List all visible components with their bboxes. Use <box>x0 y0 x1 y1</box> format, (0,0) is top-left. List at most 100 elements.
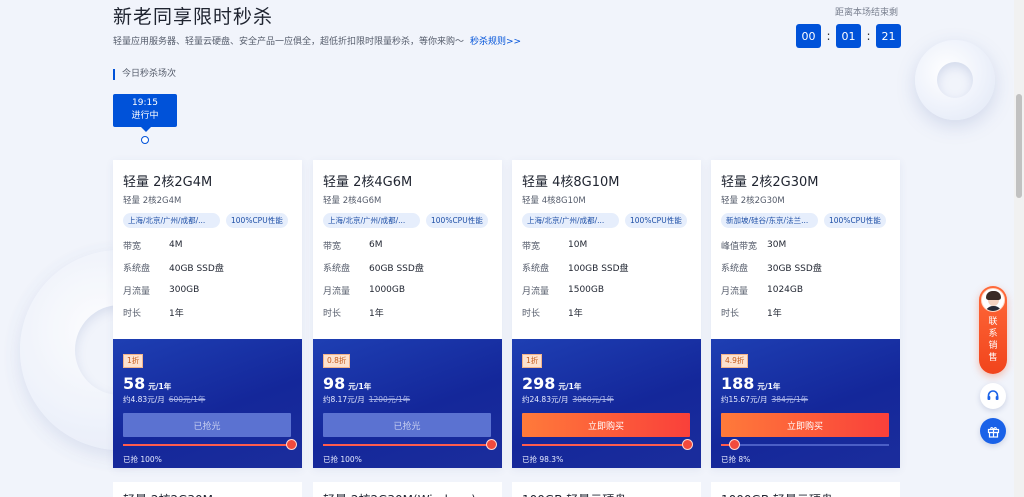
spec-row: 月流量 1500GB <box>522 279 691 302</box>
tag-group: 上海/北京/广州/成都/... 100%CPU性能 <box>323 213 492 228</box>
spec-row: 带宽 6M <box>323 234 492 257</box>
spec-value: 60GB SSD盘 <box>369 264 424 275</box>
price-row: 98 元/1年 <box>323 374 492 393</box>
spec-value: 1500GB <box>568 285 605 296</box>
price-value: 98 <box>323 374 346 393</box>
sold-percentage: 已抢 100% <box>323 455 362 464</box>
spec-row: 时长 1年 <box>721 302 890 325</box>
product-name: 轻量 4核8G10M <box>522 175 620 190</box>
countdown-timer: 00 : 01 : 21 <box>796 24 901 48</box>
sold-percentage: 已抢 100% <box>123 455 162 464</box>
card-price-panel: 1折 58 元/1年 约4.83元/月 600元/1年 已抢光 已抢 100% <box>113 339 302 468</box>
flash-sale-rules-link[interactable]: 秒杀规则>> <box>470 37 521 47</box>
discount-badge: 1折 <box>123 354 144 368</box>
product-card: 轻量 4核8G10M 轻量 4核8G10M 上海/北京/广州/成都/... 10… <box>512 160 701 468</box>
spec-key: 时长 <box>323 309 342 320</box>
spec-key: 时长 <box>721 309 740 320</box>
spec-row: 系统盘 100GB SSD盘 <box>522 257 691 280</box>
page-title: 新老同享限时秒杀 <box>113 6 274 28</box>
subtitle-text: 轻量应用服务器、轻量云硬盘、安全产品一应俱全，超低折扣限时限量秒杀，等你来购～ <box>113 37 465 47</box>
page-scrollbar-track[interactable] <box>1014 0 1024 497</box>
countdown-label: 距离本场结束剩 <box>835 8 899 18</box>
spec-row: 月流量 300GB <box>123 279 292 302</box>
countdown-seconds: 21 <box>876 24 901 48</box>
cpu-tag: 100%CPU性能 <box>426 213 488 228</box>
monthly-price: 约24.83元/月 3060元/1年 <box>522 394 691 405</box>
spec-row: 月流量 1024GB <box>721 279 890 302</box>
product-card: 1000GB 轻量云硬盘 <box>711 482 900 497</box>
session-timeline-dot <box>141 136 149 144</box>
gift-button[interactable] <box>980 418 1006 444</box>
card-price-panel: 4.9折 188 元/1年 约15.67元/月 384元/1年 立即购买 已抢 8… <box>711 339 900 468</box>
original-price: 600元/1年 <box>168 395 206 404</box>
sold-progress-bar <box>323 439 497 450</box>
price-unit: 元/1年 <box>148 382 172 391</box>
product-subname: 轻量 4核8G10M <box>522 196 586 206</box>
cpu-tag: 100%CPU性能 <box>625 213 687 228</box>
cpu-tag: 100%CPU性能 <box>824 213 886 228</box>
spec-list: 带宽 6M 系统盘 60GB SSD盘 月流量 1000GB 时长 1年 <box>323 234 492 324</box>
spec-list: 峰值带宽 30M 系统盘 30GB SSD盘 月流量 1024GB 时长 1年 <box>721 234 890 324</box>
monthly-price: 约15.67元/月 384元/1年 <box>721 394 890 405</box>
monthly-price: 约4.83元/月 600元/1年 <box>123 394 292 405</box>
sold-progress-fill <box>323 444 491 446</box>
product-card: 100GB 轻量云硬盘 <box>512 482 701 497</box>
region-tag[interactable]: 上海/北京/广州/成都/... <box>123 213 220 228</box>
gift-icon <box>987 426 999 438</box>
buy-now-button[interactable]: 立即购买 <box>721 413 889 437</box>
region-tag[interactable]: 上海/北京/广州/成都/... <box>522 213 619 228</box>
price-row: 298 元/1年 <box>522 374 691 393</box>
spec-key: 带宽 <box>123 241 142 252</box>
product-subname: 轻量 2核2G4M <box>123 196 182 206</box>
headset-icon <box>987 390 999 400</box>
monthly-price-text: 约15.67元/月 <box>721 395 768 404</box>
buy-now-button[interactable]: 立即购买 <box>522 413 690 437</box>
original-price: 1200元/1年 <box>368 395 411 404</box>
spec-row: 峰值带宽 30M <box>721 234 890 257</box>
spec-key: 带宽 <box>522 241 541 252</box>
fire-icon <box>682 439 694 450</box>
contact-sales-label: 联系销售 <box>988 317 998 363</box>
product-name: 1000GB 轻量云硬盘 <box>711 482 900 497</box>
spec-value: 6M <box>369 240 383 251</box>
product-name: 轻量 2核4G6M <box>323 175 413 190</box>
spec-row: 时长 1年 <box>123 302 292 325</box>
spec-value: 30GB SSD盘 <box>767 264 822 275</box>
monthly-price: 约8.17元/月 1200元/1年 <box>323 394 492 405</box>
discount-badge: 0.8折 <box>323 354 351 368</box>
price-value: 58 <box>123 374 146 393</box>
product-card: 轻量 2核2G30M <box>113 482 302 497</box>
page-subtitle: 轻量应用服务器、轻量云硬盘、安全产品一应俱全，超低折扣限时限量秒杀，等你来购～ 秒… <box>113 34 521 47</box>
sold-progress-bar <box>721 439 889 450</box>
region-tag[interactable]: 上海/北京/广州/成都/... <box>323 213 420 228</box>
session-tab-active[interactable]: 19:15 进行中 <box>113 94 177 132</box>
session-status: 进行中 <box>131 111 159 121</box>
product-card: 轻量 2核2G4M 轻量 2核2G4M 上海/北京/广州/成都/... 100%… <box>113 160 302 468</box>
discount-badge: 1折 <box>522 354 543 368</box>
product-name: 100GB 轻量云硬盘 <box>512 482 701 497</box>
customer-service-button[interactable] <box>980 383 1006 409</box>
spec-row: 时长 1年 <box>522 302 691 325</box>
sold-percentage: 已抢 98.3% <box>522 455 564 464</box>
product-card: 轻量 2核2G30M 轻量 2核2G30M 新加坡/硅谷/东京/法兰... 10… <box>711 160 900 468</box>
sold-out-button: 已抢光 <box>323 413 491 437</box>
sold-out-button: 已抢光 <box>123 413 291 437</box>
price-row: 58 元/1年 <box>123 374 292 393</box>
spec-list: 带宽 10M 系统盘 100GB SSD盘 月流量 1500GB 时长 1年 <box>522 234 691 324</box>
contact-sales-button[interactable]: 联系销售 <box>979 286 1007 374</box>
spec-value: 1年 <box>568 309 583 320</box>
spec-value: 40GB SSD盘 <box>169 264 224 275</box>
sales-avatar <box>981 288 1005 312</box>
region-tag[interactable]: 新加坡/硅谷/东京/法兰... <box>721 213 818 228</box>
decorative-ring <box>915 40 995 120</box>
spec-row: 月流量 1000GB <box>323 279 492 302</box>
session-time: 19:15 <box>132 98 158 108</box>
monthly-price-text: 约8.17元/月 <box>323 395 365 404</box>
spec-value: 1024GB <box>767 285 804 296</box>
countdown-minutes: 01 <box>836 24 861 48</box>
spec-value: 300GB <box>169 285 200 296</box>
spec-key: 时长 <box>123 309 142 320</box>
countdown-separator: : <box>866 29 871 43</box>
page-scrollbar-thumb[interactable] <box>1016 94 1022 198</box>
sold-progress-bar <box>123 439 297 450</box>
